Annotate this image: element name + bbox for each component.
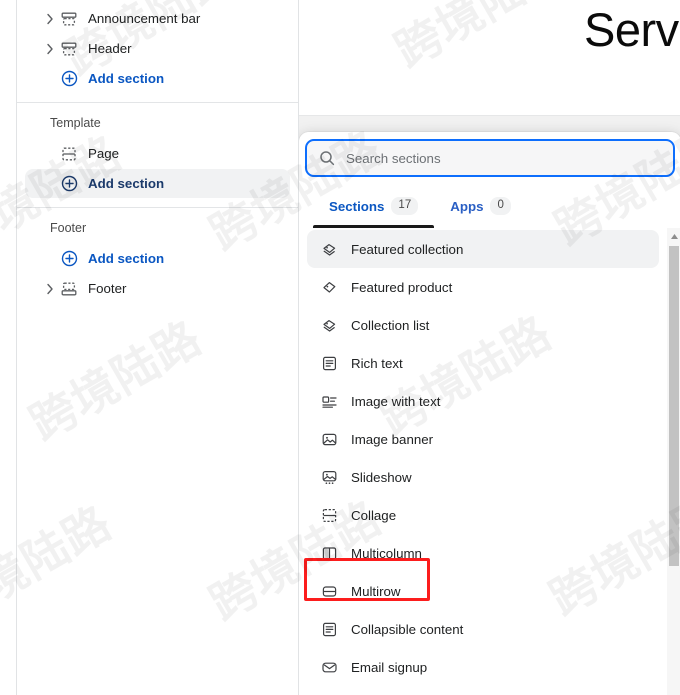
list-item[interactable]: Rich text: [307, 344, 659, 382]
sidebar-item-announcement-bar[interactable]: Announcement bar: [25, 4, 290, 33]
tab-sections[interactable]: Sections 17: [313, 184, 435, 228]
list-item-label: Multicolumn: [351, 545, 422, 561]
scrollbar-thumb[interactable]: [669, 246, 679, 566]
list-item[interactable]: Image with text: [307, 382, 659, 420]
text-block-icon: [317, 355, 341, 372]
collection-icon: [317, 241, 341, 258]
chevron-right-icon[interactable]: [42, 13, 58, 25]
image-with-text-icon: [317, 393, 341, 410]
sidebar-group-header: Announcement bar Header Add section: [17, 0, 298, 103]
sidebar-item-label: Header: [88, 41, 132, 56]
sections-list: Featured collection Featured product Col…: [299, 228, 667, 695]
footer-icon: [58, 281, 80, 297]
sidebar-item-label: Page: [88, 146, 120, 161]
chevron-right-icon[interactable]: [42, 43, 58, 55]
tab-label: Apps: [450, 198, 484, 214]
list-item-label: Image with text: [351, 393, 441, 409]
popover-tabs: Sections 17 Apps 0: [299, 183, 680, 228]
list-item-label: Featured collection: [351, 241, 464, 257]
sidebar-add-section-header[interactable]: Add section: [25, 64, 290, 93]
list-item-label: Collection list: [351, 317, 430, 333]
sidebar-item-header[interactable]: Header: [25, 34, 290, 63]
list-item[interactable]: Email signup: [307, 648, 659, 686]
scroll-up-arrow-icon[interactable]: [667, 228, 680, 244]
plus-circle-icon: [58, 175, 80, 192]
list-item-label: Multirow: [351, 583, 401, 599]
collection-icon: [317, 317, 341, 334]
header-icon: [58, 41, 80, 57]
image-icon: [317, 431, 341, 448]
sidebar-item-footer[interactable]: Footer: [25, 274, 290, 303]
sidebar-item-label: Add section: [88, 251, 165, 266]
sections-list-scrollbar[interactable]: [667, 228, 680, 695]
page-title: Serv: [584, 3, 679, 56]
list-item[interactable]: Multirow: [307, 572, 659, 610]
list-item[interactable]: Multicolumn: [307, 534, 659, 572]
announcement-bar-icon: [58, 11, 80, 27]
sidebar-item-label: Announcement bar: [88, 11, 201, 26]
list-item-slideshow[interactable]: Slideshow: [307, 458, 659, 496]
sidebar-item-page[interactable]: Page: [25, 139, 290, 168]
sidebar-item-label: Footer: [88, 281, 127, 296]
list-item[interactable]: Featured product: [307, 268, 659, 306]
sidebar-add-section-footer[interactable]: Add section: [25, 244, 290, 273]
page-icon: [58, 146, 80, 162]
multicolumn-icon: [317, 545, 341, 562]
search-area: [299, 132, 680, 183]
email-icon: [317, 659, 341, 676]
list-item-label: Slideshow: [351, 469, 412, 485]
tab-apps[interactable]: Apps 0: [434, 184, 527, 228]
tab-count-badge: 17: [391, 197, 419, 215]
add-section-popover: Sections 17 Apps 0: [299, 132, 680, 695]
tab-count-badge: 0: [490, 197, 511, 215]
list-item[interactable]: Featured collection: [307, 230, 659, 268]
multirow-icon: [317, 583, 341, 600]
list-item-label: Collage: [351, 507, 397, 523]
list-item[interactable]: Collapsible content: [307, 610, 659, 648]
sections-list-area: Featured collection Featured product Col…: [299, 228, 680, 695]
list-item-label: Image banner: [351, 431, 434, 447]
collapsible-content-icon: [317, 621, 341, 638]
list-item-label: Rich text: [351, 355, 403, 371]
search-sections-box[interactable]: [305, 139, 675, 177]
sidebar-group-title: Template: [50, 116, 101, 130]
sidebar-group-title: Footer: [50, 221, 87, 235]
plus-circle-icon: [58, 70, 80, 87]
left-rail: [0, 0, 17, 695]
list-item-label: Email signup: [351, 659, 428, 675]
plus-circle-icon: [58, 250, 80, 267]
search-input[interactable]: [346, 150, 661, 166]
list-item[interactable]: Collection list: [307, 306, 659, 344]
slideshow-icon: [317, 469, 341, 486]
sidebar-group-template: Template Page Add section: [17, 103, 298, 208]
sidebar-group-footer: Footer Add section Footer: [17, 208, 298, 312]
list-item-label: Collapsible content: [351, 621, 464, 637]
list-item[interactable]: Collage: [307, 496, 659, 534]
sidebar-item-label: Add section: [88, 71, 165, 86]
tab-label: Sections: [329, 198, 385, 214]
search-icon: [319, 150, 335, 166]
chevron-right-icon[interactable]: [42, 283, 58, 295]
app-root: Announcement bar Header Add section Temp…: [0, 0, 680, 695]
preview-stage: Serv Featured collection: [299, 0, 680, 695]
tag-icon: [317, 279, 341, 296]
list-item[interactable]: Image banner: [307, 420, 659, 458]
collage-icon: [317, 507, 341, 524]
sections-sidebar: Announcement bar Header Add section Temp…: [17, 0, 299, 695]
sidebar-item-label: Add section: [88, 176, 165, 191]
sidebar-add-section-template[interactable]: Add section: [25, 169, 290, 198]
list-item-label: Featured product: [351, 279, 453, 295]
